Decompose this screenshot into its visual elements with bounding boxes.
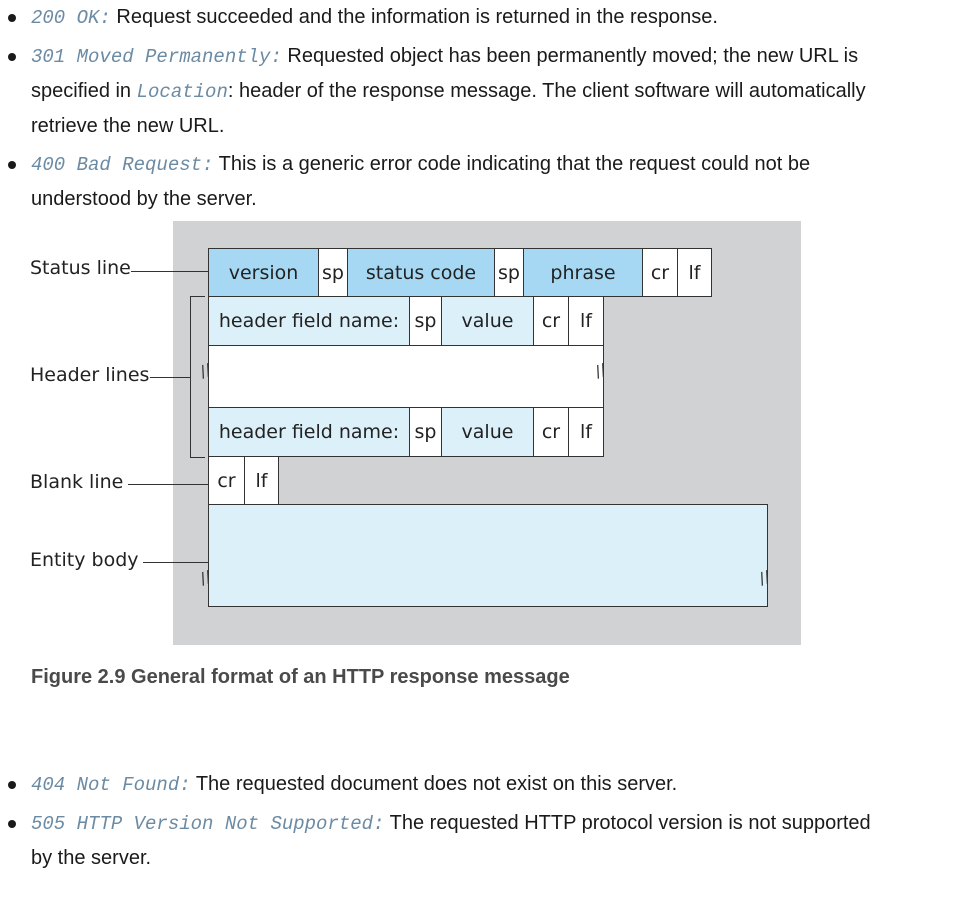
item-text-line2-suffix: : header of the response message. The cl… — [227, 80, 866, 102]
blank-line-leader — [128, 484, 208, 485]
list-item-301: 301 Moved Permanently: Requested object … — [0, 39, 961, 143]
figure-caption: Figure 2.9 General format of an HTTP res… — [31, 666, 570, 688]
bullet-icon — [8, 53, 16, 61]
sp-field: sp — [409, 407, 442, 457]
header-lines-leader — [150, 377, 190, 378]
header-field-name: header field name: — [208, 296, 410, 346]
status-code: 301 Moved Permanently: — [31, 46, 282, 68]
status-code-list-top: 200 OK: Request succeeded and the inform… — [0, 0, 972, 216]
status-line-leader — [131, 271, 208, 272]
cr-field: cr — [642, 248, 678, 297]
item-text: Request succeeded and the information is… — [110, 6, 718, 28]
bullet-icon — [8, 161, 16, 169]
lf-field: lf — [244, 456, 279, 505]
status-code: 505 HTTP Version Not Supported: — [31, 813, 385, 835]
cr-field: cr — [208, 456, 245, 505]
item-text-line2: by the server. — [31, 847, 152, 869]
sp-field: sp — [318, 248, 348, 297]
bullet-icon — [8, 781, 16, 789]
cr-field: cr — [533, 407, 569, 457]
status-code-field: status code — [347, 248, 495, 297]
label-blank-line: Blank line — [30, 471, 124, 493]
version-field: version — [208, 248, 319, 297]
header-name-code: Location — [136, 81, 228, 103]
label-entity-body: Entity body — [30, 549, 139, 571]
item-text: The requested document does not exist on… — [190, 773, 678, 795]
header-value-field: value — [441, 407, 534, 457]
lf-field: lf — [568, 407, 604, 457]
header-value-field: value — [441, 296, 534, 346]
item-text-line3: retrieve the new URL. — [31, 115, 225, 137]
sp-field: sp — [409, 296, 442, 346]
item-text: Requested object has been permanently mo… — [281, 45, 859, 67]
item-text: The requested HTTP protocol version is n… — [384, 812, 871, 834]
http-response-format-figure: Status line Header lines Blank line Enti… — [0, 220, 972, 646]
status-code-list-bottom: 404 Not Found: The requested document do… — [0, 767, 972, 875]
bullet-icon — [8, 14, 16, 22]
lf-field: lf — [677, 248, 712, 297]
entity-body-area — [208, 504, 768, 607]
label-header-lines: Header lines — [30, 364, 150, 386]
item-text-line2-prefix: specified in — [31, 80, 137, 102]
list-item-400: 400 Bad Request: This is a generic error… — [0, 147, 961, 216]
entity-body-leader — [143, 562, 208, 563]
list-item-404: 404 Not Found: The requested document do… — [0, 767, 961, 802]
header-field-name: header field name: — [208, 407, 410, 457]
sp-field: sp — [494, 248, 524, 297]
item-text-line2: understood by the server. — [31, 188, 257, 210]
phrase-field: phrase — [523, 248, 643, 297]
status-code: 404 Not Found: — [31, 774, 191, 796]
item-text: This is a generic error code indicating … — [213, 153, 811, 175]
cr-field: cr — [533, 296, 569, 346]
list-item-200: 200 OK: Request succeeded and the inform… — [0, 0, 961, 35]
omitted-header-lines — [208, 345, 604, 408]
status-code: 200 OK: — [31, 7, 111, 29]
list-item-505: 505 HTTP Version Not Supported: The requ… — [0, 806, 961, 875]
status-code: 400 Bad Request: — [31, 154, 214, 176]
label-status-line: Status line — [30, 257, 131, 279]
lf-field: lf — [568, 296, 604, 346]
bullet-icon — [8, 820, 16, 828]
